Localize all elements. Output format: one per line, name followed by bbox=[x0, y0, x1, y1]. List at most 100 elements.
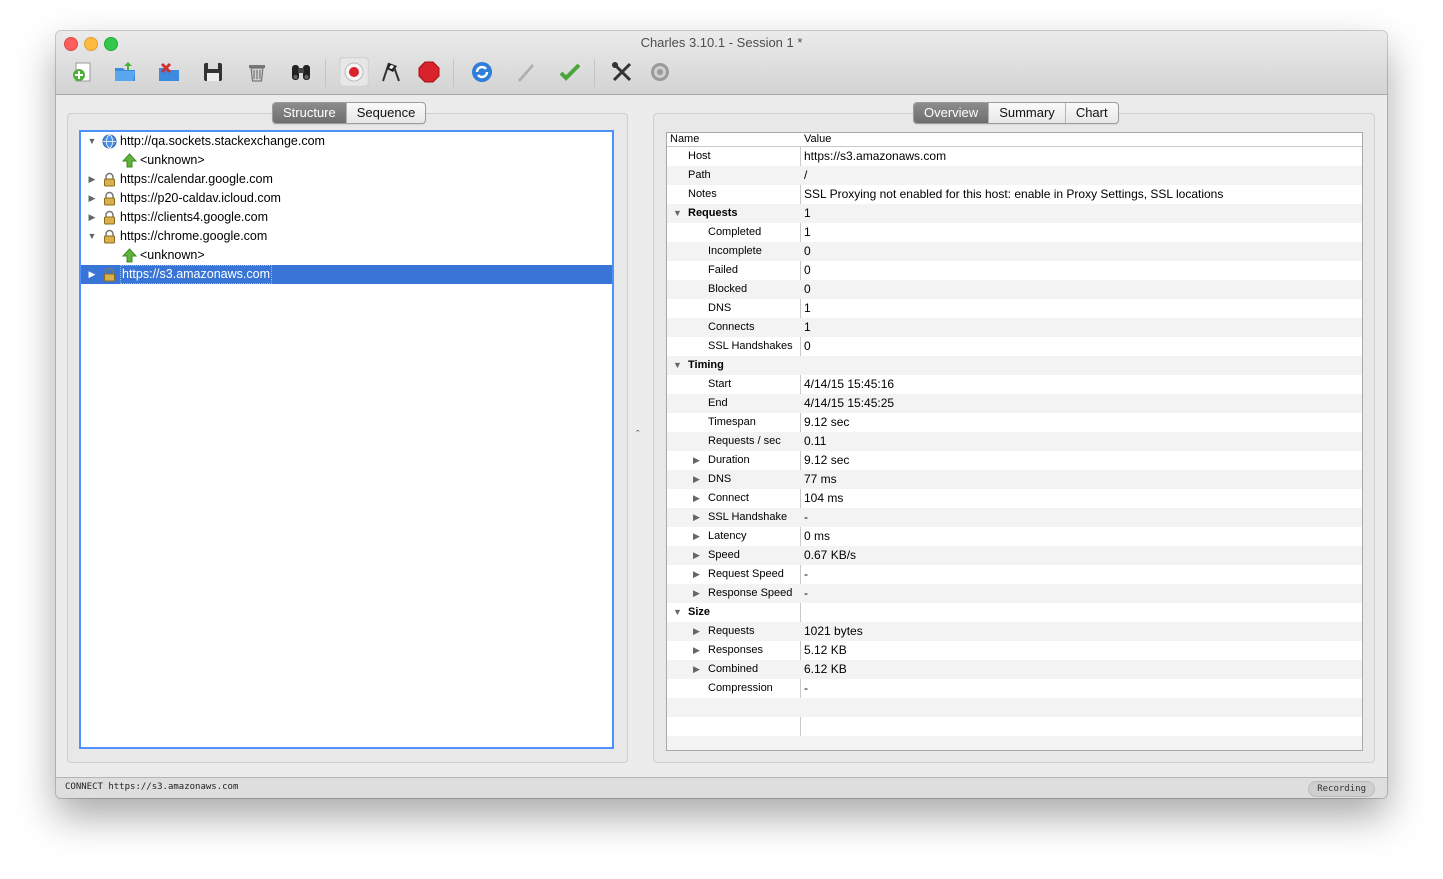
expand-arrow-icon[interactable]: ▶ bbox=[86, 170, 98, 189]
row-name: Response Speed bbox=[708, 587, 793, 599]
table-row[interactable]: ▶ Speed 0.67 KB/s bbox=[667, 546, 1362, 565]
expand-arrow-icon[interactable]: ▶ bbox=[693, 489, 700, 508]
expand-arrow-icon[interactable]: ▶ bbox=[693, 584, 700, 603]
tab-structure[interactable]: Structure bbox=[273, 103, 346, 123]
expand-arrow-icon[interactable]: ▶ bbox=[86, 189, 98, 208]
new-session-icon bbox=[73, 62, 91, 82]
empty-row bbox=[667, 698, 1362, 717]
table-row: Requests / sec 0.11 bbox=[667, 432, 1362, 451]
expand-arrow-icon[interactable]: ▶ bbox=[86, 208, 98, 227]
tree-row[interactable]: <unknown> bbox=[81, 151, 612, 170]
close-session-icon bbox=[159, 62, 179, 81]
table-row[interactable]: ▶ Connect 104 ms bbox=[667, 489, 1362, 508]
tools-icon bbox=[612, 62, 632, 82]
expand-arrow-icon[interactable]: ▶ bbox=[693, 527, 700, 546]
column-header-value[interactable]: Value bbox=[804, 133, 831, 145]
save-button[interactable] bbox=[198, 57, 228, 87]
open-session-button[interactable] bbox=[110, 57, 140, 87]
expand-arrow-icon[interactable]: ▶ bbox=[693, 470, 700, 489]
repeat-button[interactable] bbox=[467, 57, 497, 87]
table-row[interactable]: ▶ SSL Handshake - bbox=[667, 508, 1362, 527]
tree-row[interactable]: ▶ https://s3.amazonaws.com bbox=[81, 265, 612, 284]
row-value: 1 bbox=[804, 320, 811, 334]
new-session-button[interactable] bbox=[68, 57, 98, 87]
expand-arrow-icon[interactable]: ▶ bbox=[693, 565, 700, 584]
row-name: Timing bbox=[688, 359, 724, 371]
expand-arrow-icon[interactable]: ▶ bbox=[693, 451, 700, 470]
collapse-arrow-icon[interactable]: ▼ bbox=[673, 603, 682, 622]
row-value: - bbox=[804, 510, 808, 524]
row-name: SSL Handshakes bbox=[708, 340, 793, 352]
row-value: - bbox=[804, 567, 808, 581]
table-header: Name Value bbox=[667, 133, 1362, 147]
tab-summary[interactable]: Summary bbox=[988, 103, 1065, 123]
settings-button[interactable] bbox=[645, 57, 675, 87]
trash-icon bbox=[249, 65, 265, 82]
table-row: Notes SSL Proxying not enabled for this h… bbox=[667, 185, 1362, 204]
group-row[interactable]: ▼ Requests 1 bbox=[667, 204, 1362, 223]
table-row[interactable]: ▶ Latency 0 ms bbox=[667, 527, 1362, 546]
clear-button[interactable] bbox=[242, 57, 272, 87]
column-header-name[interactable]: Name bbox=[670, 133, 699, 145]
refresh-icon bbox=[472, 62, 492, 82]
tree-row-label: http://qa.sockets.stackexchange.com bbox=[120, 134, 325, 148]
overview-table: Name Value Host https://s3.amazonaws.com P… bbox=[666, 132, 1363, 751]
close-session-button[interactable] bbox=[154, 57, 184, 87]
tab-chart[interactable]: Chart bbox=[1064, 103, 1118, 123]
tree-row[interactable]: ▼ http://qa.sockets.stackexchange.com bbox=[81, 132, 612, 151]
table-row[interactable]: ▶ Combined 6.12 KB bbox=[667, 660, 1362, 679]
row-value: 1 bbox=[804, 206, 811, 220]
checkmark-icon bbox=[559, 63, 581, 81]
tree-row[interactable]: ▶ https://clients4.google.com bbox=[81, 208, 612, 227]
expand-arrow-icon[interactable]: ▶ bbox=[86, 265, 98, 284]
expand-arrow-icon[interactable]: ▶ bbox=[693, 622, 700, 641]
table-row: Blocked 0 bbox=[667, 280, 1362, 299]
lock-icon bbox=[102, 191, 117, 206]
overview-rows: Host https://s3.amazonaws.com Path / Notes SS… bbox=[667, 147, 1362, 750]
status-bar: CONNECT https://s3.amazonaws.com Recordi… bbox=[56, 777, 1387, 798]
tree-row[interactable]: ▶ https://calendar.google.com bbox=[81, 170, 612, 189]
table-row: Path / bbox=[667, 166, 1362, 185]
collapse-arrow-icon[interactable]: ▼ bbox=[86, 227, 98, 246]
recording-badge: Recording bbox=[1308, 781, 1375, 797]
tree-row[interactable]: ▶ https://p20-caldav.icloud.com bbox=[81, 189, 612, 208]
find-button[interactable] bbox=[286, 57, 316, 87]
tree-row-label: <unknown> bbox=[140, 153, 205, 167]
row-name: Requests bbox=[708, 625, 755, 637]
tools-button[interactable] bbox=[607, 57, 637, 87]
splitter-handle[interactable]: ˆ bbox=[636, 429, 640, 441]
validate-button[interactable] bbox=[555, 57, 585, 87]
tree-row[interactable]: ▼ https://chrome.google.com bbox=[81, 227, 612, 246]
host-tree[interactable]: ▼ http://qa.sockets.stackexchange.com <unk… bbox=[79, 130, 614, 749]
tree-row[interactable]: <unknown> bbox=[81, 246, 612, 265]
tab-overview[interactable]: Overview bbox=[914, 103, 989, 123]
table-row[interactable]: ▶ Responses 5.12 KB bbox=[667, 641, 1362, 660]
record-button[interactable] bbox=[339, 57, 369, 87]
row-name: Failed bbox=[708, 264, 738, 276]
collapse-arrow-icon[interactable]: ▼ bbox=[86, 132, 98, 151]
row-name: Requests / sec bbox=[708, 435, 781, 447]
row-value: 0 ms bbox=[804, 529, 831, 543]
tree-row-label: https://chrome.google.com bbox=[120, 229, 268, 243]
expand-arrow-icon[interactable]: ▶ bbox=[693, 508, 700, 527]
group-row[interactable]: ▼ Size bbox=[667, 603, 1362, 622]
table-row[interactable]: ▶ Response Speed - bbox=[667, 584, 1362, 603]
table-row[interactable]: ▶ Requests 1021 bytes bbox=[667, 622, 1362, 641]
expand-arrow-icon[interactable]: ▶ bbox=[693, 660, 700, 679]
throttle-button[interactable] bbox=[376, 57, 406, 87]
expand-arrow-icon[interactable]: ▶ bbox=[693, 641, 700, 660]
breakpoints-button[interactable] bbox=[414, 57, 444, 87]
edit-button[interactable] bbox=[511, 57, 541, 87]
table-row[interactable]: ▶ Request Speed - bbox=[667, 565, 1362, 584]
group-row[interactable]: ▼ Timing bbox=[667, 356, 1362, 375]
tab-sequence[interactable]: Sequence bbox=[345, 103, 426, 123]
collapse-arrow-icon[interactable]: ▼ bbox=[673, 204, 682, 223]
status-text: CONNECT https://s3.amazonaws.com bbox=[65, 782, 239, 792]
row-name: DNS bbox=[708, 302, 732, 314]
row-value: 1 bbox=[804, 301, 811, 315]
table-row[interactable]: ▶ Duration 9.12 sec bbox=[667, 451, 1362, 470]
collapse-arrow-icon[interactable]: ▼ bbox=[673, 356, 682, 375]
row-name: Timespan bbox=[708, 416, 756, 428]
expand-arrow-icon[interactable]: ▶ bbox=[693, 546, 700, 565]
table-row[interactable]: ▶ DNS 77 ms bbox=[667, 470, 1362, 489]
